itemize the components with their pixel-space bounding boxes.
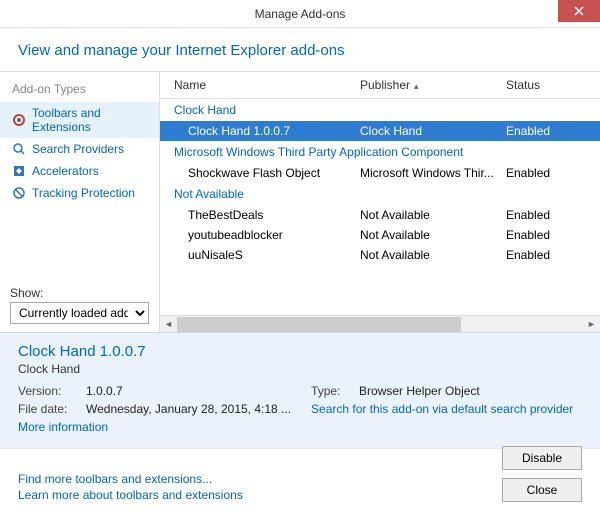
- scroll-left-icon[interactable]: ◄: [160, 317, 177, 332]
- disable-button[interactable]: Disable: [502, 446, 582, 470]
- cell-status: Enabled: [500, 166, 600, 180]
- sidebar-item-label: Toolbars and Extensions: [32, 106, 147, 134]
- cell-name: TheBestDeals: [160, 208, 360, 222]
- learn-more-link[interactable]: Learn more about toolbars and extensions: [18, 488, 243, 502]
- group-header: Clock Hand: [160, 99, 600, 121]
- cell-status: Enabled: [500, 124, 600, 138]
- search-addon-link[interactable]: Search for this add-on via default searc…: [311, 402, 573, 416]
- header: View and manage your Internet Explorer a…: [0, 28, 600, 72]
- filedate-label: File date:: [18, 402, 78, 416]
- col-header-name[interactable]: Name: [160, 78, 360, 92]
- cell-name: uuNisaleS: [160, 248, 360, 262]
- gear-icon: [12, 113, 26, 127]
- filedate-value: Wednesday, January 28, 2015, 4:18 ...: [86, 402, 291, 416]
- show-section: Show: Currently loaded add-ons: [0, 286, 159, 332]
- sidebar-item-search[interactable]: Search Providers: [0, 138, 159, 160]
- group-header: Not Available: [160, 183, 600, 205]
- table-row[interactable]: youtubeadblocker Not Available Enabled: [160, 225, 600, 245]
- cell-name: Clock Hand 1.0.0.7: [160, 124, 360, 138]
- close-icon: [574, 6, 584, 16]
- scroll-thumb[interactable]: [177, 317, 461, 332]
- type-label: Type:: [311, 384, 351, 398]
- version-value: 1.0.0.7: [86, 384, 123, 398]
- content: Name Publisher Status Clock Hand Clock H…: [160, 72, 600, 332]
- search-icon: [12, 142, 26, 156]
- col-header-status[interactable]: Status: [500, 78, 600, 92]
- cell-publisher: Clock Hand: [360, 124, 500, 138]
- col-header-publisher[interactable]: Publisher: [360, 78, 500, 92]
- cell-publisher: Not Available: [360, 248, 500, 262]
- cell-status: Enabled: [500, 228, 600, 242]
- addon-list: Clock Hand Clock Hand 1.0.0.7 Clock Hand…: [160, 99, 600, 315]
- table-row[interactable]: TheBestDeals Not Available Enabled: [160, 205, 600, 225]
- table-row[interactable]: Shockwave Flash Object Microsoft Windows…: [160, 163, 600, 183]
- cell-status: Enabled: [500, 248, 600, 262]
- find-more-link[interactable]: Find more toolbars and extensions...: [18, 472, 243, 486]
- sidebar-item-accelerators[interactable]: Accelerators: [0, 160, 159, 182]
- show-label: Show:: [10, 286, 149, 300]
- details-pane: Clock Hand 1.0.0.7 Clock Hand Version: 1…: [0, 332, 600, 448]
- cell-status: Enabled: [500, 208, 600, 222]
- show-select[interactable]: Currently loaded add-ons: [10, 302, 149, 324]
- cell-publisher: Not Available: [360, 228, 500, 242]
- sidebar: Add-on Types Toolbars and Extensions Sea…: [0, 72, 160, 332]
- version-label: Version:: [18, 384, 78, 398]
- scroll-right-icon[interactable]: ►: [583, 317, 600, 332]
- more-info-link[interactable]: More information: [18, 420, 291, 434]
- details-title: Clock Hand 1.0.0.7: [18, 343, 582, 360]
- table-row[interactable]: uuNisaleS Not Available Enabled: [160, 245, 600, 265]
- accelerator-icon: [12, 164, 26, 178]
- cell-name: Shockwave Flash Object: [160, 166, 360, 180]
- close-window-button[interactable]: [558, 0, 600, 22]
- cell-publisher: Microsoft Windows Thir...: [360, 166, 500, 180]
- sidebar-item-toolbars[interactable]: Toolbars and Extensions: [0, 102, 159, 138]
- table-row[interactable]: Clock Hand 1.0.0.7 Clock Hand Enabled: [160, 121, 600, 141]
- close-button[interactable]: Close: [502, 478, 582, 502]
- window-title: Manage Add-ons: [255, 7, 346, 21]
- sidebar-item-label: Accelerators: [32, 164, 99, 178]
- titlebar: Manage Add-ons: [0, 0, 600, 28]
- block-icon: [12, 186, 26, 200]
- scroll-track[interactable]: [177, 317, 583, 332]
- footer: Find more toolbars and extensions... Lea…: [0, 448, 600, 514]
- header-text: View and manage your Internet Explorer a…: [18, 42, 582, 59]
- main-area: Add-on Types Toolbars and Extensions Sea…: [0, 72, 600, 332]
- sidebar-item-label: Tracking Protection: [32, 186, 135, 200]
- sidebar-item-label: Search Providers: [32, 142, 124, 156]
- sidebar-item-tracking[interactable]: Tracking Protection: [0, 182, 159, 204]
- type-value: Browser Helper Object: [359, 384, 480, 398]
- cell-publisher: Not Available: [360, 208, 500, 222]
- details-subtitle: Clock Hand: [18, 362, 582, 376]
- horizontal-scrollbar[interactable]: ◄ ►: [160, 315, 600, 332]
- group-header: Microsoft Windows Third Party Applicatio…: [160, 141, 600, 163]
- cell-name: youtubeadblocker: [160, 228, 360, 242]
- column-headers: Name Publisher Status: [160, 72, 600, 99]
- sidebar-title: Add-on Types: [0, 82, 159, 102]
